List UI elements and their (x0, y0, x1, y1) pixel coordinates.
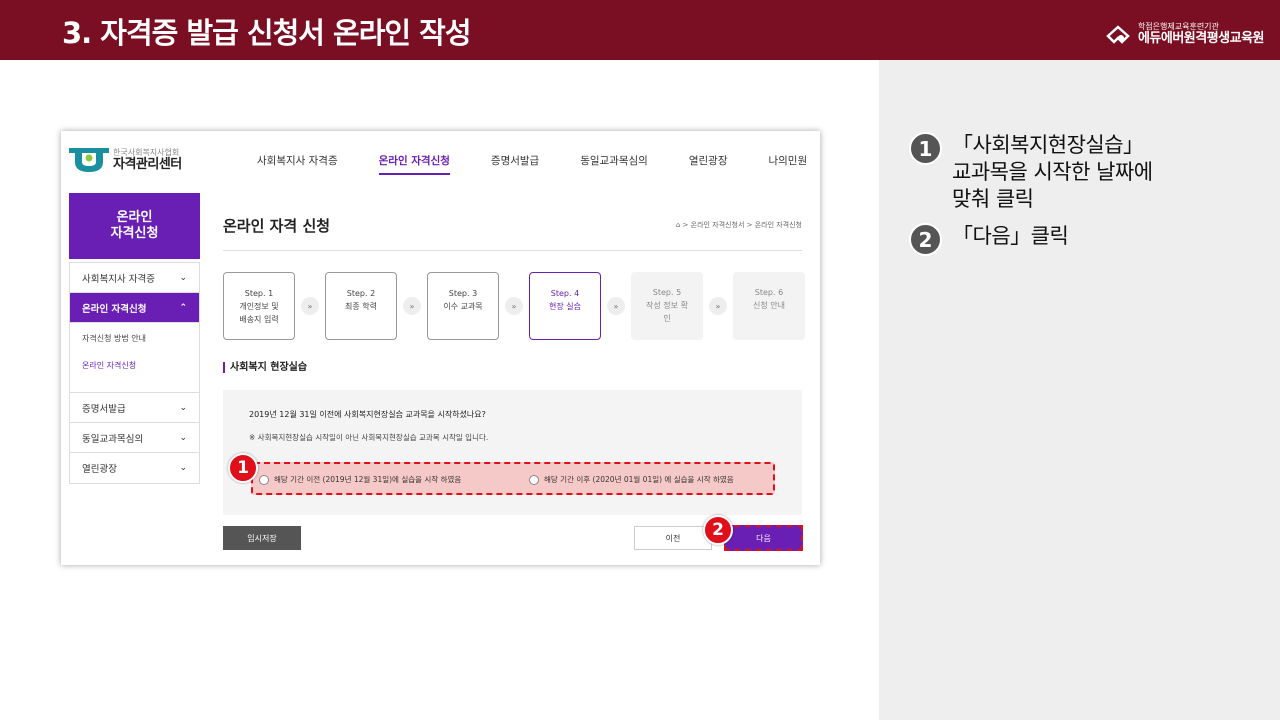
nav-item-open-square[interactable]: 열린광장 (689, 153, 728, 175)
brand-subtitle: 학점은행제교육훈련기관 (1137, 22, 1219, 31)
chevron-down-icon: ⌄ (179, 272, 187, 283)
step-box-5: Step. 5 작성 정보 확 인 (631, 272, 703, 340)
instruction-line: 「사회복지현장실습」 (952, 133, 1144, 157)
logo-org-name: 한국사회복지사협회 (113, 147, 180, 157)
nav-item-certificate[interactable]: 사회복지사 자격증 (257, 153, 338, 175)
radio-label: 해당 기간 이후 (2020년 01월 01일) 에 실습을 시작 하였음 (544, 475, 734, 484)
breadcrumb: ⌂ > 온라인 자격신청서 > 온라인 자격신청 (675, 221, 802, 229)
instruction-number-badge: 1 (909, 132, 942, 165)
step-box-6: Step. 6 신청 안내 (733, 272, 805, 340)
step-label: 개인정보 및 (239, 302, 279, 311)
step-label: 인 (663, 314, 671, 323)
radio-label: 해당 기간 이전 (2019년 12월 31일)에 실습을 시작 하였음 (274, 475, 462, 484)
site-logo[interactable]: 한국사회복지사협회 자격관리센터 (69, 146, 182, 174)
question-text: 2019년 12월 31일 이전에 사회복지현장실습 교과목을 시작하셨나요? (249, 410, 486, 419)
chevron-down-icon: ⌄ (179, 463, 187, 473)
chevron-right-icon: » (301, 297, 319, 315)
step-box-2: Step. 2 최종 학력 (325, 272, 397, 340)
chevron-right-icon: » (607, 297, 625, 315)
logo-center-name: 자격관리센터 (113, 156, 182, 172)
slide-title: 3. 자격증 발급 신청서 온라인 작성 (62, 16, 472, 50)
instruction-line: 교과목을 시작한 날짜에 (952, 160, 1153, 184)
nav-item-online-apply[interactable]: 온라인 자격신청 (378, 153, 450, 175)
sidebar-item-label: 동일교과목심의 (82, 433, 144, 445)
chevron-down-icon: ⌄ (179, 402, 187, 413)
step-progress: Step. 1 개인정보 및 배송지 입력 » Step. 2 최종 학력 » … (223, 272, 805, 340)
chevron-up-icon: ⌃ (179, 302, 187, 313)
sidebar-banner-line: 자격신청 (110, 226, 159, 241)
radio-option-after[interactable]: 해당 기간 이후 (2020년 01월 01일) 에 실습을 시작 하였음 (529, 474, 734, 485)
step-number: Step. 5 (652, 288, 682, 297)
site-logo-icon (69, 148, 109, 172)
radio-button[interactable] (259, 474, 269, 485)
instruction-line: 「다음」클릭 (952, 224, 1069, 248)
step-number: Step. 4 (550, 289, 580, 298)
nav-item-my-requests[interactable]: 나의민원 (768, 153, 807, 175)
sidebar-item-open-square[interactable]: 열린광장 ⌄ (70, 453, 199, 483)
sidebar-banner-line: 온라인 (116, 210, 153, 225)
sidebar-item-online-apply[interactable]: 온라인 자격신청 ⌃ (70, 293, 199, 323)
question-box: 2019년 12월 31일 이전에 사회복지현장실습 교과목을 시작하셨나요? … (223, 390, 802, 515)
website-screenshot: 한국사회복지사협회 자격관리센터 사회복지사 자격증 온라인 자격신청 증명서발… (61, 131, 820, 565)
sidebar-menu: 사회복지사 자격증 ⌄ 온라인 자격신청 ⌃ 자격신청 방법 안내 온라인 자격… (69, 262, 200, 484)
instruction-panel: 1 「사회복지현장실습」 교과목을 시작한 날짜에 맞춰 클릭 2 「다음」클릭 (879, 60, 1280, 720)
sidebar-subitem-guide[interactable]: 자격신청 방법 안내 (82, 333, 187, 344)
sidebar-item-document-issue[interactable]: 증명서발급 ⌄ (70, 393, 199, 423)
step-box-3: Step. 3 이수 교과목 (427, 272, 499, 340)
section-title: 사회복지 현장실습 (223, 362, 307, 373)
global-nav: 사회복지사 자격증 온라인 자격신청 증명서발급 동일교과목심의 열린광장 나의… (237, 153, 807, 175)
sidebar-item-certificate[interactable]: 사회복지사 자격증 ⌄ (70, 263, 199, 293)
step-label: 신청 안내 (753, 301, 785, 310)
instruction-line: 맞춰 클릭 (952, 187, 1034, 211)
nav-item-course-review[interactable]: 동일교과목심의 (580, 153, 648, 175)
step-number: Step. 2 (346, 289, 376, 298)
step-box-4: Step. 4 현장 실습 (529, 272, 601, 340)
sidebar-item-label: 사회복지사 자격증 (82, 273, 155, 285)
sidebar-submenu: 자격신청 방법 안내 온라인 자격신청 (70, 323, 199, 393)
slide-header: 3. 자격증 발급 신청서 온라인 작성 학점은행제교육훈련기관 에듀에버원격평… (0, 0, 1280, 60)
step-label: 최종 학력 (345, 302, 377, 311)
page-title: 온라인 자격 신청 (223, 217, 331, 235)
brand: 학점은행제교육훈련기관 에듀에버원격평생교육원 (1106, 22, 1265, 47)
instruction-2: 2 「다음」클릭 (909, 223, 1069, 256)
step-label: 이수 교과목 (443, 302, 483, 311)
step-number: Step. 1 (244, 289, 274, 298)
callout-badge-1: 1 (228, 453, 258, 483)
nav-item-document-issue[interactable]: 증명서발급 (491, 153, 539, 175)
sidebar-item-label: 열린광장 (82, 464, 117, 475)
step-label: 배송지 입력 (239, 315, 279, 324)
step-box-1: Step. 1 개인정보 및 배송지 입력 (223, 272, 295, 340)
question-note: ※ 사회복지현장실습 시작일이 아닌 사회복지현장실습 교과목 시작일 입니다. (249, 433, 489, 442)
instruction-text: 「다음」클릭 (952, 223, 1069, 250)
title-divider (223, 250, 802, 251)
chevron-right-icon: » (403, 297, 421, 315)
next-button[interactable]: 다음 (724, 525, 803, 551)
instruction-number-badge: 2 (909, 223, 942, 256)
sidebar-banner: 온라인 자격신청 (69, 193, 200, 259)
temp-save-button[interactable]: 임시저장 (223, 526, 301, 550)
instruction-text: 「사회복지현장실습」 교과목을 시작한 날짜에 맞춰 클릭 (952, 132, 1153, 213)
chevron-right-icon: » (709, 297, 727, 315)
brand-name: 에듀에버원격평생교육원 (1137, 31, 1265, 46)
sidebar-item-course-review[interactable]: 동일교과목심의 ⌄ (70, 423, 199, 453)
prev-button[interactable]: 이전 (634, 526, 712, 550)
radio-option-before[interactable]: 해당 기간 이전 (2019년 12월 31일)에 실습을 시작 하였음 (259, 474, 461, 485)
step-number: Step. 6 (754, 288, 784, 297)
sidebar-subitem-online-apply[interactable]: 온라인 자격신청 (82, 360, 187, 371)
chevron-down-icon: ⌄ (179, 432, 187, 443)
step-label: 현장 실습 (549, 302, 581, 311)
callout-badge-2: 2 (703, 515, 733, 545)
brand-logo-icon (1106, 24, 1130, 44)
sidebar-item-label: 증명서발급 (82, 403, 126, 415)
chevron-right-icon: » (505, 297, 523, 315)
instruction-1: 1 「사회복지현장실습」 교과목을 시작한 날짜에 맞춰 클릭 (909, 132, 1153, 213)
step-label: 작성 정보 확 (646, 301, 688, 310)
radio-button[interactable] (529, 474, 539, 485)
sidebar-item-label: 온라인 자격신청 (82, 303, 147, 315)
step-number: Step. 3 (448, 289, 478, 298)
